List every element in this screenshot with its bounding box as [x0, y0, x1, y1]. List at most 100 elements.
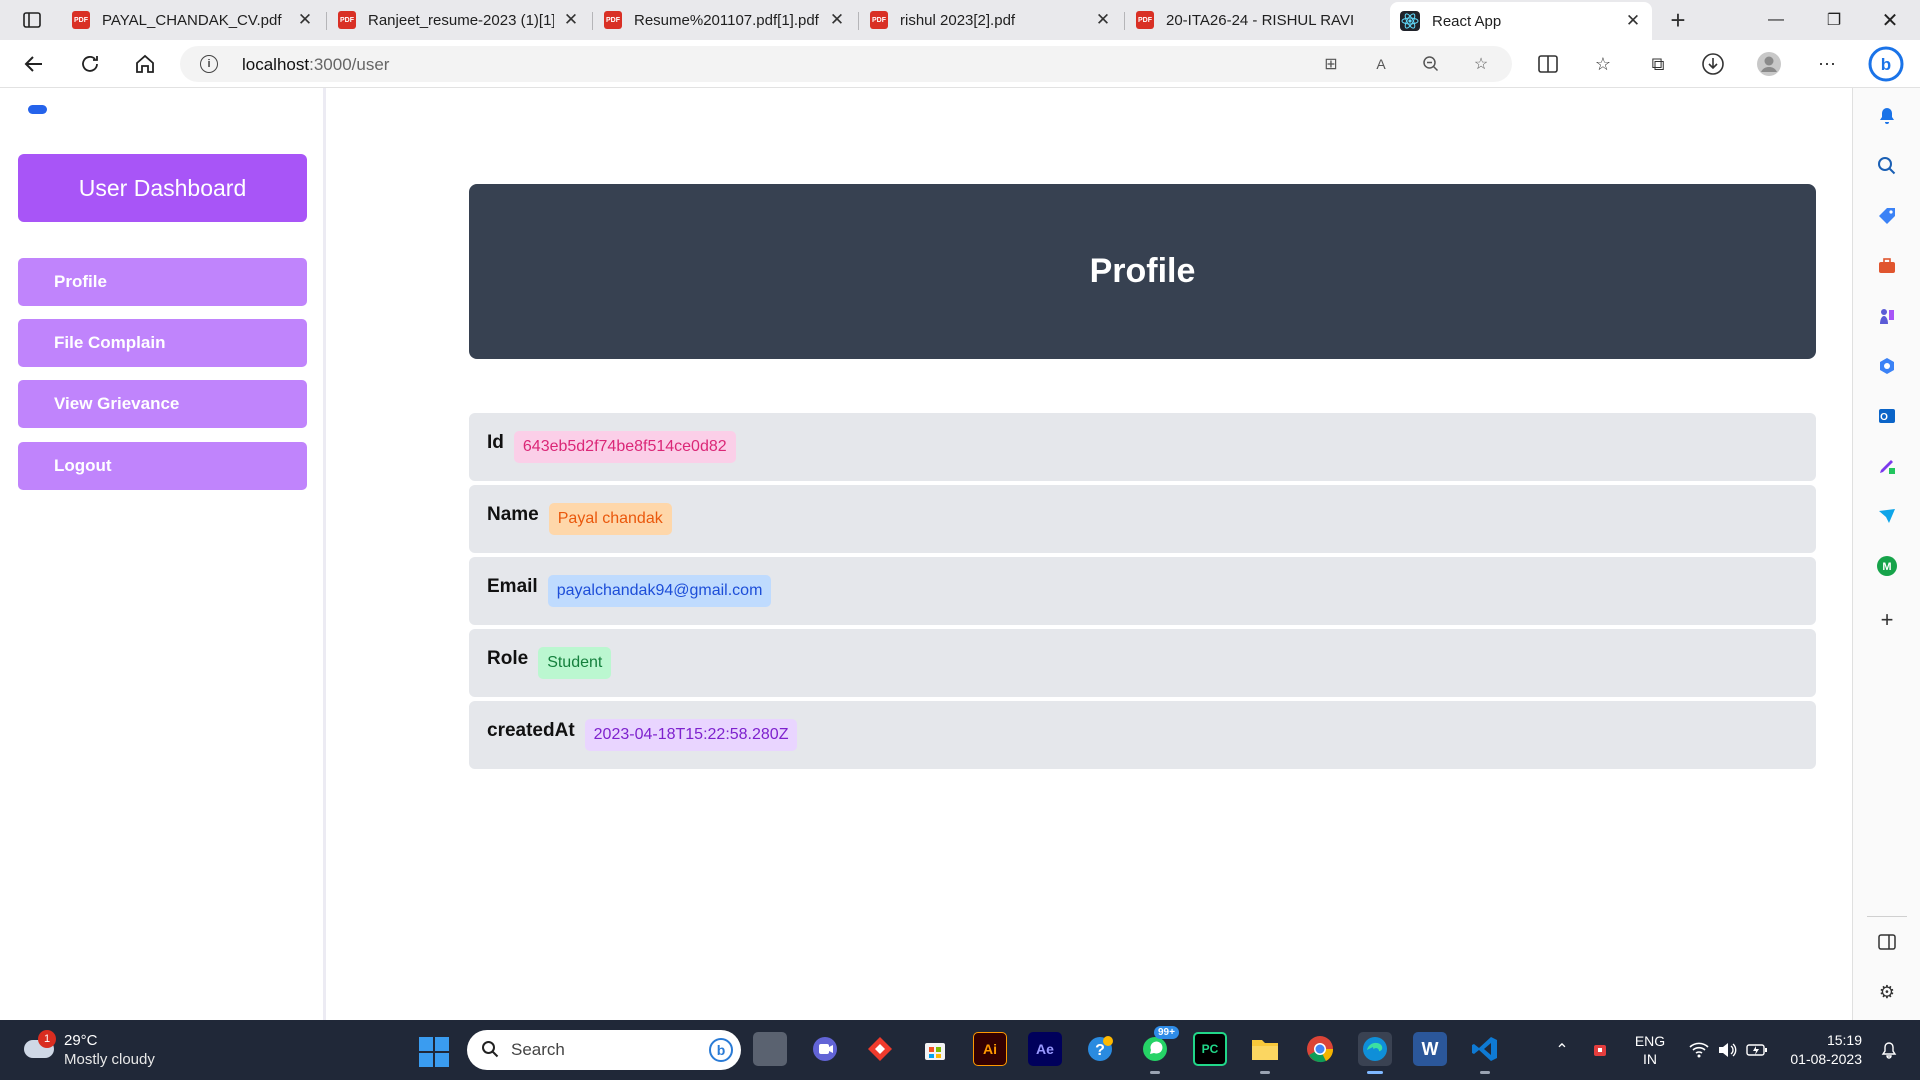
new-tab-icon[interactable]: + — [1662, 4, 1694, 36]
sidebar-item-view-grievance[interactable]: View Grievance — [18, 380, 307, 428]
tab-separator — [592, 12, 593, 30]
tab-resume-1107[interactable]: PDF Resume%201107.pdf[1].pdf ✕ — [594, 4, 856, 36]
tab-ranjeet-resume[interactable]: PDF Ranjeet_resume-2023 (1)[1].pdf ✕ — [328, 4, 590, 36]
tab-separator — [326, 12, 327, 30]
email-value-badge: payalchandak94@gmail.com — [547, 575, 772, 607]
more-options-icon[interactable]: ⋯ — [1813, 50, 1841, 78]
downloads-icon[interactable] — [1699, 50, 1727, 78]
file-explorer-icon[interactable] — [1248, 1032, 1282, 1074]
microsoft-store-icon[interactable] — [918, 1032, 952, 1066]
search-icon[interactable] — [1875, 154, 1899, 178]
split-screen-icon[interactable] — [1534, 50, 1562, 78]
wifi-icon[interactable] — [1686, 1020, 1712, 1080]
minimize-icon[interactable]: — — [1748, 0, 1804, 40]
language-indicator[interactable]: ENG IN — [1628, 1020, 1672, 1080]
navigation-bar: i localhost:3000/user ⊞ A ☆ ☆ ⧉ ⋯ b — [0, 40, 1920, 88]
close-icon[interactable]: ✕ — [296, 10, 314, 29]
address-bar[interactable]: i localhost:3000/user ⊞ A ☆ — [180, 46, 1512, 82]
hide-sidebar-icon[interactable] — [1875, 930, 1899, 954]
windows-start-icon[interactable] — [419, 1037, 449, 1067]
drop-send-icon[interactable] — [1875, 504, 1899, 528]
close-icon[interactable]: ✕ — [828, 10, 846, 29]
anydesk-icon[interactable] — [863, 1032, 897, 1066]
illustrator-icon[interactable]: Ai — [973, 1032, 1007, 1066]
tray-app-icon[interactable] — [1588, 1020, 1612, 1080]
svg-text:M: M — [1882, 561, 1891, 573]
tools-briefcase-icon[interactable] — [1875, 254, 1899, 278]
chrome-icon[interactable] — [1303, 1032, 1337, 1066]
field-label: Id — [487, 432, 504, 453]
created-at-value-badge: 2023-04-18T15:22:58.280Z — [584, 719, 798, 751]
tab-rishul-ravi[interactable]: PDF 20-ITA26-24 - RISHUL RAVI — [1126, 4, 1388, 36]
url-text[interactable]: localhost:3000/user — [242, 55, 389, 75]
svg-text:b: b — [1881, 55, 1891, 74]
app-available-icon[interactable]: ⊞ — [1320, 53, 1342, 75]
info-icon[interactable]: i — [200, 55, 218, 73]
notification-center-icon[interactable] — [1876, 1020, 1902, 1080]
language-region: IN — [1643, 1051, 1657, 1067]
sidebar-item-logout[interactable]: Logout — [18, 442, 307, 490]
taskbar-search-input[interactable]: Search b — [467, 1030, 741, 1070]
outlook-icon[interactable]: O — [1875, 404, 1899, 428]
word-icon[interactable]: W — [1413, 1032, 1447, 1066]
close-icon[interactable]: ✕ — [562, 10, 580, 29]
battery-icon[interactable] — [1744, 1020, 1770, 1080]
back-icon[interactable] — [18, 48, 50, 80]
restore-icon[interactable]: ❐ — [1806, 0, 1862, 40]
chevron-up-icon[interactable]: ⌃ — [1550, 1020, 1574, 1080]
user-dashboard-button[interactable]: User Dashboard — [18, 154, 307, 222]
vscode-icon[interactable] — [1468, 1032, 1502, 1074]
read-aloud-icon[interactable]: A — [1370, 53, 1392, 75]
copilot-icon[interactable]: b — [1868, 46, 1904, 82]
designer-icon[interactable] — [1875, 454, 1899, 478]
field-label: Role — [487, 648, 529, 669]
whatsapp-icon[interactable]: 99+ — [1138, 1026, 1179, 1074]
sidebar-toggle[interactable] — [28, 105, 47, 114]
tab-title: Ranjeet_resume-2023 (1)[1].pdf — [368, 11, 554, 29]
pdf-icon: PDF — [72, 11, 90, 29]
weather-widget[interactable]: 1 29°C Mostly cloudy — [20, 1030, 190, 1072]
favorite-star-icon[interactable]: ☆ — [1470, 53, 1492, 75]
pdf-icon: PDF — [870, 11, 888, 29]
pdf-icon: PDF — [338, 11, 356, 29]
zoom-out-icon[interactable] — [1420, 53, 1442, 75]
shopping-tag-icon[interactable] — [1875, 204, 1899, 228]
teams-chat-icon[interactable] — [808, 1032, 842, 1066]
close-icon[interactable]: ✕ — [1624, 11, 1642, 30]
after-effects-icon[interactable]: Ae — [1028, 1032, 1062, 1066]
settings-gear-icon[interactable]: ⚙ — [1875, 980, 1899, 1004]
tab-actions-icon[interactable] — [14, 8, 48, 32]
tab-separator — [1124, 12, 1125, 30]
microsoft-365-icon[interactable] — [1875, 354, 1899, 378]
tab-react-app[interactable]: React App ✕ — [1390, 2, 1652, 40]
notifications-bell-icon[interactable] — [1875, 104, 1899, 128]
pycharm-icon[interactable]: PC — [1193, 1032, 1227, 1066]
profile-avatar-icon[interactable] — [1755, 50, 1783, 78]
sidebar-item-file-complain[interactable]: File Complain — [18, 319, 307, 367]
search-icon — [482, 1041, 499, 1058]
edge-icon[interactable] — [1358, 1032, 1392, 1074]
clock[interactable]: 15:19 01-08-2023 — [1778, 1020, 1862, 1080]
sidebar-item-profile[interactable]: Profile — [18, 258, 307, 306]
edge-sidebar-divider — [1867, 916, 1907, 917]
tab-separator — [858, 12, 859, 30]
home-icon[interactable] — [129, 48, 161, 80]
close-window-icon[interactable]: ✕ — [1862, 0, 1918, 40]
collections-icon[interactable]: ⧉ — [1644, 50, 1672, 78]
page-title: Profile — [469, 184, 1816, 359]
help-icon[interactable]: ? — [1083, 1032, 1117, 1066]
refresh-icon[interactable] — [74, 48, 106, 80]
app-root: User Dashboard Profile File Complain Vie… — [0, 88, 1852, 1020]
profile-row-id: Id 643eb5d2f74be8f514ce0d82 — [469, 413, 1816, 481]
close-icon[interactable]: ✕ — [1094, 10, 1112, 29]
task-view-icon[interactable] — [753, 1032, 787, 1066]
add-icon[interactable]: + — [1875, 607, 1899, 632]
tab-rishul-2023[interactable]: PDF rishul 2023[2].pdf ✕ — [860, 4, 1122, 36]
games-icon[interactable] — [1875, 304, 1899, 328]
volume-icon[interactable] — [1714, 1020, 1740, 1080]
bing-icon[interactable]: b — [709, 1038, 733, 1062]
tab-strip: PDF PAYAL_CHANDAK_CV.pdf ✕ PDF Ranjeet_r… — [0, 0, 1920, 40]
tab-payal-cv[interactable]: PDF PAYAL_CHANDAK_CV.pdf ✕ — [62, 4, 324, 36]
favorites-icon[interactable]: ☆ — [1589, 50, 1617, 78]
extension-avatar-icon[interactable]: M — [1875, 554, 1899, 578]
